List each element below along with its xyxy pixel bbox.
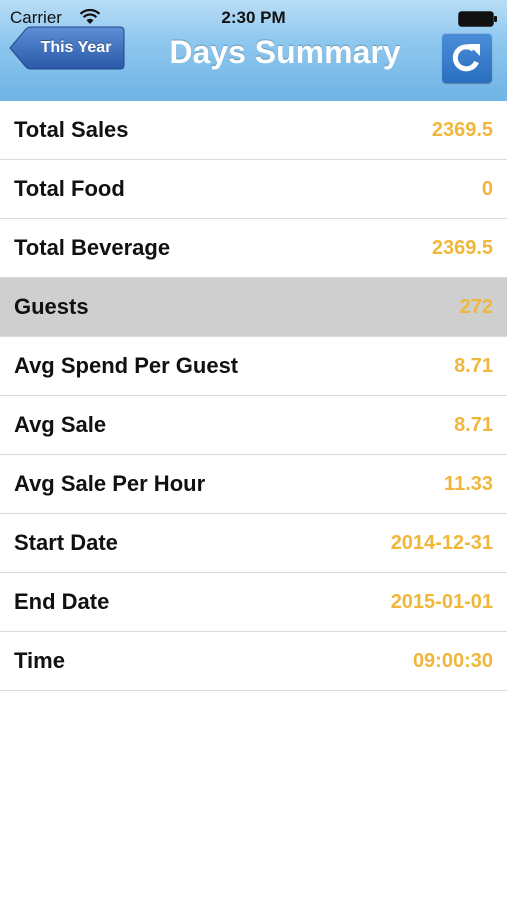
row-label: Total Beverage xyxy=(14,235,171,260)
row-value: 8.71 xyxy=(454,355,493,377)
row-value: 09:00:30 xyxy=(412,650,493,672)
row-label: Avg Sale xyxy=(14,412,107,437)
row-label: Total Food xyxy=(14,176,125,201)
row-value: 2369.5 xyxy=(431,119,493,141)
row-label: Avg Spend Per Guest xyxy=(14,353,239,378)
summary-row-start-date[interactable]: Start Date 2014-12-31 xyxy=(0,514,507,573)
back-button-label: This Year xyxy=(40,39,112,56)
row-label: Total Sales xyxy=(14,117,129,142)
row-label: Guests xyxy=(14,294,89,319)
row-label: Start Date xyxy=(14,530,118,555)
summary-row-avg-spend-per-guest[interactable]: Avg Spend Per Guest 8.71 xyxy=(0,337,507,396)
header: Carrier 2:30 PM This Year Days Summary xyxy=(0,0,507,102)
row-value: 272 xyxy=(459,296,493,318)
summary-row-total-food[interactable]: Total Food 0 xyxy=(0,160,507,219)
screen: Carrier 2:30 PM This Year Days Summary T… xyxy=(0,0,507,900)
summary-row-total-sales[interactable]: Total Sales 2369.5 xyxy=(0,101,507,160)
row-value: 2015-01-01 xyxy=(390,591,493,613)
refresh-button[interactable] xyxy=(442,33,492,83)
summary-row-total-beverage[interactable]: Total Beverage 2369.5 xyxy=(0,219,507,278)
row-value: 11.33 xyxy=(444,473,493,495)
summary-row-end-date[interactable]: End Date 2015-01-01 xyxy=(0,573,507,632)
row-label: End Date xyxy=(14,589,110,614)
status-time: 2:30 PM xyxy=(221,8,286,27)
summary-row-time[interactable]: Time 09:00:30 xyxy=(0,632,507,691)
battery-icon xyxy=(458,11,497,27)
row-label: Time xyxy=(14,648,65,673)
row-label: Avg Sale Per Hour xyxy=(14,471,206,496)
row-value: 0 xyxy=(481,178,493,200)
summary-row-avg-sale[interactable]: Avg Sale 8.71 xyxy=(0,396,507,455)
row-value: 8.71 xyxy=(454,414,493,436)
summary-row-guests[interactable]: Guests 272 xyxy=(0,278,507,337)
summary-table: Total Sales 2369.5 Total Food 0 Total Be… xyxy=(0,101,507,691)
refresh-icon xyxy=(452,44,480,72)
row-value: 2014-12-31 xyxy=(390,532,493,554)
back-button[interactable]: This Year xyxy=(8,26,125,70)
row-value: 2369.5 xyxy=(431,237,493,259)
summary-row-avg-sale-per-hour[interactable]: Avg Sale Per Hour 11.33 xyxy=(0,455,507,514)
page-title: Days Summary xyxy=(169,34,401,70)
